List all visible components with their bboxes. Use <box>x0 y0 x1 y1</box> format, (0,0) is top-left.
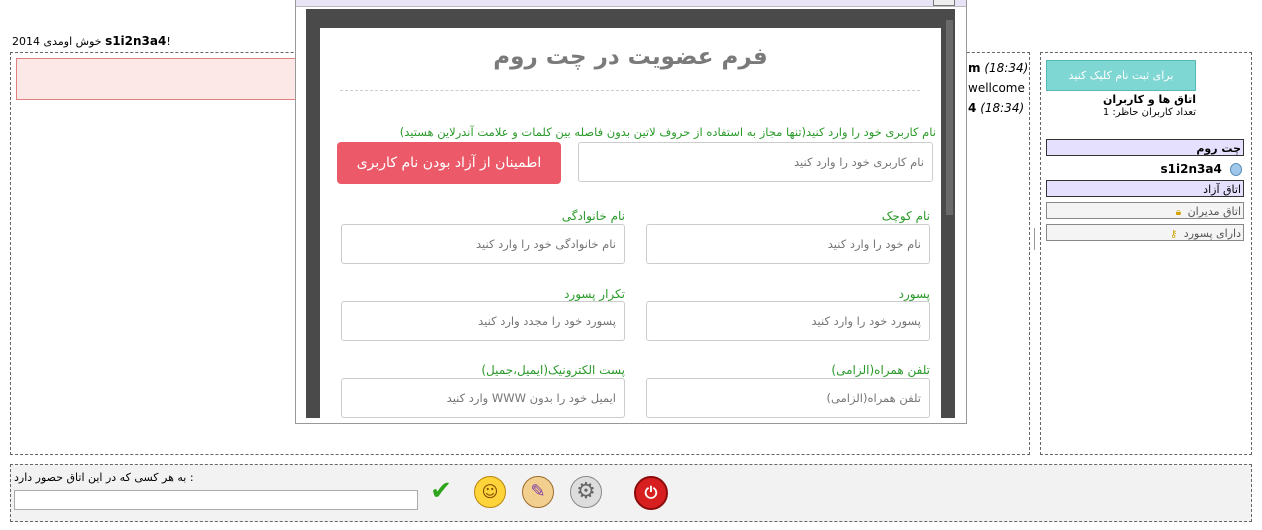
chat-message-time: (18:34) <box>984 61 1029 75</box>
check-icon[interactable]: ✔ <box>426 476 456 506</box>
chat-message-text: wellcome <box>968 81 1025 95</box>
chat-message-sender: m <box>968 61 981 75</box>
modal-scrollbar[interactable] <box>946 20 953 215</box>
online-count: تعداد کاربران حاظر: 1 <box>1102 107 1196 118</box>
username-input[interactable] <box>578 142 933 182</box>
firstname-label: نام کوچک <box>881 209 930 223</box>
gear-icon[interactable]: ⚙ <box>570 476 602 508</box>
email-label: پست الکترونیک(ایمیل،جمیل) <box>481 363 625 377</box>
chat-message-time: (18:34) <box>980 101 1025 115</box>
welcome-year: 2014 <box>12 35 40 48</box>
lastname-label: نام خانوادگی <box>561 209 625 223</box>
smiley-icon[interactable]: ☺ <box>474 476 506 508</box>
chat-message: m (18:34) <box>968 61 1028 75</box>
user-icon <box>1230 163 1242 176</box>
rooms-title: اتاق ها و کاربران <box>1103 93 1196 106</box>
password-repeat-input[interactable] <box>341 301 625 341</box>
key-icon: ⚷ <box>1169 229 1178 240</box>
chatroom-header-label: چت روم <box>1196 142 1241 155</box>
chat-message: wellcome <box>968 81 1025 95</box>
username-hint: نام کاربری خود را وارد کنید(تنها مجاز به… <box>399 125 936 139</box>
power-icon[interactable]: ⏻ <box>634 476 668 510</box>
message-input[interactable] <box>14 490 418 510</box>
room-item-password[interactable]: دارای پسورد ⚷ <box>1046 224 1244 241</box>
room-item-label: اتاق آزاد <box>1203 183 1241 196</box>
welcome-username: s1i2n3a4 <box>105 34 167 48</box>
sidebar-user-name: s1i2n3a4 <box>1160 162 1222 176</box>
check-username-button[interactable]: اطمینان از آزاد بودن نام کاربری <box>337 142 561 184</box>
password-label: پسورد <box>898 287 930 301</box>
email-input[interactable] <box>341 378 625 418</box>
firstname-input[interactable] <box>646 224 930 264</box>
modal-titlebar <box>296 0 966 7</box>
welcome-line: 2014 خوش اومدی s1i2n3a4! <box>12 34 171 48</box>
welcome-exclaim: ! <box>166 35 171 48</box>
password-input[interactable] <box>646 301 930 341</box>
room-item-free[interactable]: اتاق آزاد <box>1046 180 1244 197</box>
form-title: فرم عضویت در چت روم <box>493 44 768 70</box>
recipient-label: به هر کسی که در این اتاق حصور دارد : <box>14 471 194 484</box>
mobile-label: تلفن همراه(الزامی) <box>831 363 930 377</box>
form-card <box>320 28 941 418</box>
palette-icon[interactable]: ✎ <box>522 476 554 508</box>
chat-message: 4 (18:34) <box>968 101 1024 115</box>
welcome-text: خوش اومدی <box>43 35 102 48</box>
room-item-label: اتاق مدیران <box>1187 205 1241 218</box>
resize-handle[interactable] <box>1034 228 1035 250</box>
lastname-input[interactable] <box>341 224 625 264</box>
password-repeat-label: تکرار پسورد <box>564 287 625 301</box>
register-button[interactable]: برای ثبت نام کلیک کنید <box>1046 60 1196 91</box>
room-item-admins[interactable]: اتاق مدیران 🔒︎ <box>1046 202 1244 219</box>
close-icon[interactable] <box>933 0 955 6</box>
alert-box <box>16 58 308 100</box>
room-item-label: دارای پسورد <box>1183 227 1241 240</box>
form-divider <box>340 90 920 91</box>
mobile-input[interactable] <box>646 378 930 418</box>
chat-message-sender: 4 <box>968 101 977 115</box>
chatroom-header: چت روم <box>1046 139 1244 156</box>
lock-icon: 🔒︎ <box>1175 207 1182 218</box>
sidebar-user[interactable]: s1i2n3a4 <box>1046 161 1244 178</box>
